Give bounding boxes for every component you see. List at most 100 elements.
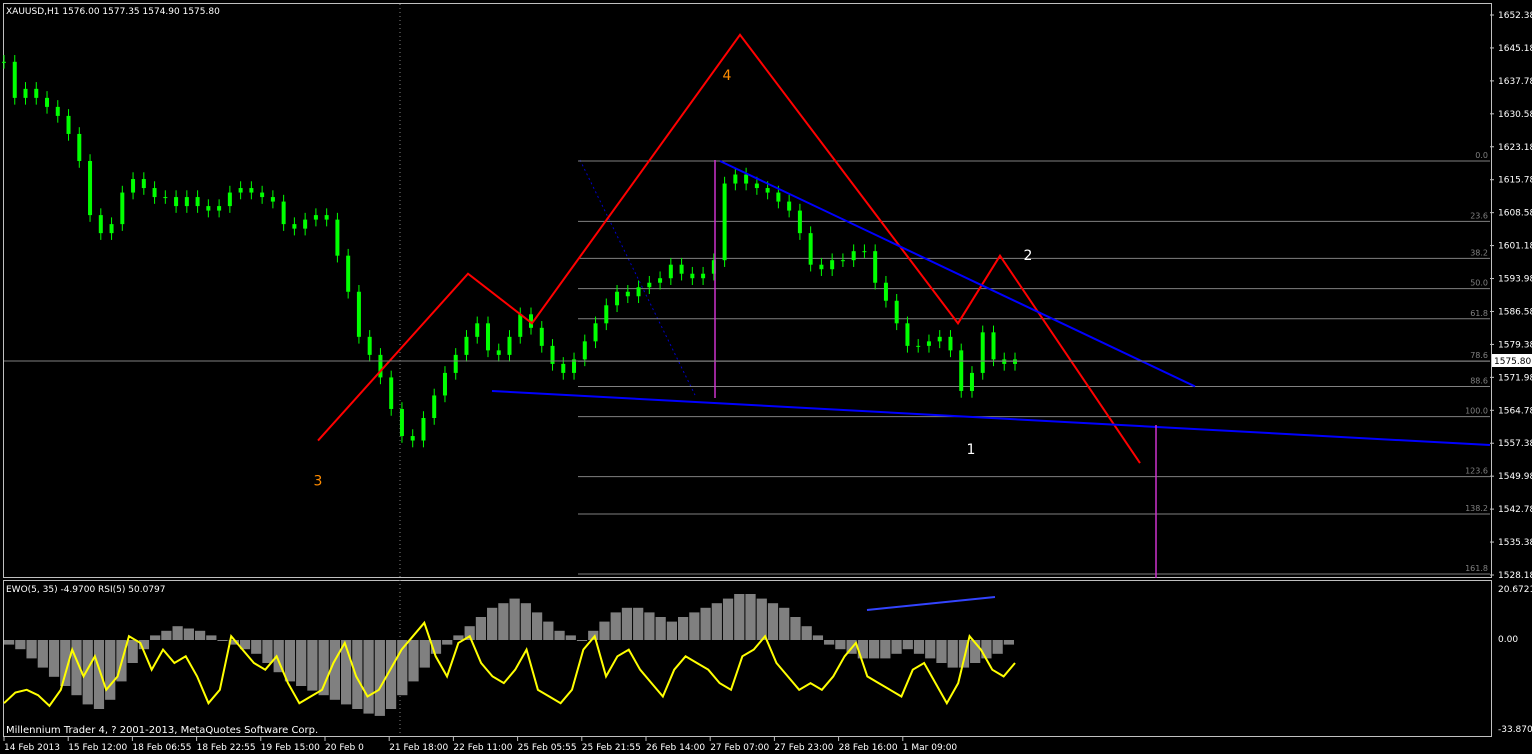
candle-body bbox=[313, 215, 318, 220]
ewo-bar bbox=[509, 598, 520, 640]
candle-body bbox=[23, 88, 28, 98]
ewo-bar bbox=[37, 640, 48, 668]
ewo-bar bbox=[442, 640, 453, 645]
candle-body bbox=[926, 341, 931, 346]
time-tick-label: 19 Feb 15:00 bbox=[261, 743, 320, 753]
candle-body bbox=[518, 314, 523, 337]
time-tick-label: 15 Feb 12:00 bbox=[68, 743, 127, 753]
ewo-bar bbox=[206, 635, 217, 640]
candle-body bbox=[2, 61, 6, 63]
ewo-bar bbox=[554, 630, 565, 640]
ewo-bar bbox=[981, 640, 992, 659]
candle-body bbox=[690, 273, 695, 279]
ewo-bar bbox=[790, 617, 801, 640]
indicator-scale-label: -33.8706 bbox=[1498, 725, 1532, 735]
candle-body bbox=[733, 174, 738, 184]
indicator-scale-label: 20.6721 bbox=[1498, 585, 1532, 595]
ewo-bar bbox=[902, 640, 913, 650]
ewo-bar bbox=[194, 630, 206, 640]
ewo-bar bbox=[711, 603, 722, 640]
candle-body bbox=[249, 188, 254, 193]
ewo-bar bbox=[565, 635, 576, 640]
ewo-bar bbox=[779, 607, 790, 640]
ewo-bar bbox=[127, 640, 138, 663]
ewo-bar bbox=[610, 612, 621, 640]
candle-body bbox=[604, 305, 609, 324]
ewo-bar bbox=[307, 640, 318, 691]
candle-body bbox=[787, 201, 792, 211]
ewo-bar bbox=[262, 640, 273, 663]
candle-body bbox=[152, 188, 157, 198]
price-tick-label: 1571.98 bbox=[1498, 373, 1532, 383]
candle-body bbox=[324, 215, 329, 220]
ewo-bar bbox=[644, 612, 655, 640]
candle-body bbox=[335, 219, 340, 256]
price-tick-label: 1579.38 bbox=[1498, 340, 1532, 350]
ewo-bar bbox=[1003, 640, 1014, 645]
candle-body bbox=[883, 282, 888, 301]
candle-body bbox=[238, 188, 243, 193]
candle-body bbox=[916, 345, 921, 347]
candle-body bbox=[131, 179, 136, 193]
candle-body bbox=[109, 224, 114, 234]
ewo-bar bbox=[4, 640, 15, 645]
candle-body bbox=[410, 436, 415, 441]
candle-body bbox=[421, 418, 426, 441]
ewo-bar bbox=[374, 640, 385, 716]
price-tick-label: 1528.18 bbox=[1498, 571, 1532, 581]
candle-body bbox=[668, 264, 673, 279]
indicator-label: EWO(5, 35) -4.9700 RSI(5) 50.0797 bbox=[6, 585, 166, 595]
ewo-bar bbox=[352, 640, 363, 709]
candle-body bbox=[270, 197, 275, 202]
time-tick-label: 27 Feb 07:00 bbox=[710, 743, 769, 753]
ewo-bar bbox=[936, 640, 947, 663]
fib-level-label: 78.6 bbox=[1470, 351, 1488, 360]
price-chart[interactable]: 0.0 23.6 38.2 50.0 61.8 78.6 88.6 100.0 123.6 138… bbox=[0, 0, 1532, 754]
candle-body bbox=[937, 336, 942, 342]
current-price-label: 1575.80 bbox=[1494, 357, 1531, 367]
ewo-bar bbox=[992, 640, 1003, 654]
candle-body bbox=[776, 192, 781, 202]
ewo-bar bbox=[722, 598, 734, 640]
candle-body bbox=[765, 188, 770, 193]
candle-body bbox=[830, 260, 835, 270]
ewo-bar bbox=[767, 603, 779, 640]
candle-body bbox=[120, 192, 125, 225]
ewo-bar bbox=[801, 626, 812, 640]
ewo-bar bbox=[913, 640, 925, 654]
candle-body bbox=[701, 273, 706, 279]
ewo-bar bbox=[520, 603, 531, 640]
wave-label: 2 bbox=[1024, 248, 1033, 264]
ewo-bar bbox=[633, 607, 644, 640]
candle-body bbox=[593, 323, 598, 342]
ewo-bar bbox=[655, 617, 666, 640]
ewo-bar bbox=[172, 626, 183, 640]
candle-body bbox=[34, 88, 39, 98]
candle-body bbox=[475, 323, 480, 337]
indicator-scale-label: 0.00 bbox=[1498, 635, 1518, 645]
candle-body bbox=[615, 291, 620, 306]
candle-body bbox=[195, 197, 200, 207]
candle-body bbox=[862, 251, 867, 253]
fib-level-label: 138.2 bbox=[1465, 504, 1488, 513]
candle-body bbox=[281, 201, 286, 225]
candle-body bbox=[12, 61, 17, 98]
ewo-bar bbox=[363, 640, 374, 714]
ewo-bar bbox=[419, 640, 430, 668]
ewo-bar bbox=[284, 640, 296, 682]
candle-body bbox=[303, 219, 308, 229]
candle-body bbox=[356, 291, 361, 337]
candle-body bbox=[507, 336, 512, 355]
fib-level-label: 38.2 bbox=[1470, 248, 1488, 257]
ewo-bar bbox=[487, 607, 498, 640]
ewo-bar bbox=[251, 640, 262, 654]
ewo-bar bbox=[812, 635, 824, 640]
time-tick-label: 1 Mar 09:00 bbox=[903, 743, 958, 753]
wave-label: 1 bbox=[967, 442, 976, 458]
price-tick-label: 1615.78 bbox=[1498, 176, 1532, 186]
candle-body bbox=[905, 323, 910, 346]
ewo-bar bbox=[183, 628, 194, 640]
ewo-bar bbox=[835, 640, 846, 650]
ewo-bar bbox=[824, 640, 835, 645]
ewo-bar bbox=[531, 612, 543, 640]
